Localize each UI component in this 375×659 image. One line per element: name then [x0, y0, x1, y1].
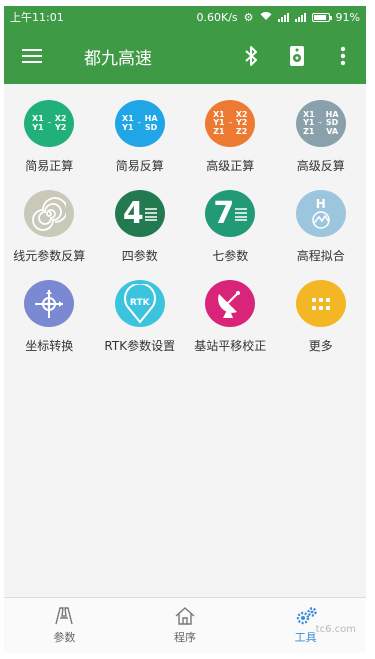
tool-four-parameter[interactable]: 4 四参数 — [95, 174, 186, 264]
tab-parameters[interactable]: 参数 — [4, 598, 125, 653]
page-title: 都九高速 — [84, 48, 152, 69]
tool-coordinate-transform[interactable]: 坐标转换 — [4, 264, 95, 354]
bluetooth-button[interactable] — [228, 28, 274, 84]
watermark: tc6.com — [315, 624, 356, 635]
tool-label: 简易反算 — [115, 159, 164, 173]
simple-inverse-icon: X1 Y1 → HA SD — [114, 100, 165, 147]
menu-icon — [22, 49, 42, 63]
tool-label: 基站平移校正 — [194, 339, 267, 353]
elevation-fitting-icon: H — [295, 190, 346, 237]
signal-icon-2 — [294, 12, 306, 22]
gear-status-icon: ⚙ — [243, 10, 254, 24]
dish-icon — [205, 280, 256, 327]
simple-forward-icon: X1 Y1 → X2 Y2 — [24, 100, 75, 147]
four-parameter-icon: 4 — [114, 190, 165, 237]
signal-icon — [277, 12, 289, 22]
tool-label: 高级反算 — [296, 159, 345, 173]
app-frame: 上午11:01 0.60K/s ⚙ 91% 都九高速 X1 Y1 → X2 Y2… — [4, 6, 366, 653]
more-vert-icon — [340, 46, 346, 66]
bluetooth-icon — [245, 46, 257, 66]
status-bar: 上午11:01 0.60K/s ⚙ 91% — [4, 6, 366, 28]
advanced-forward-icon: X1 Y1 Z1 → X2 Y2 Z2 — [205, 100, 256, 147]
app-bar: 都九高速 — [4, 28, 366, 84]
network-speed: 0.60K/s — [196, 10, 238, 24]
axes-icon — [24, 280, 75, 327]
seven-parameter-icon: 7 — [205, 190, 256, 237]
tool-label: 高级正算 — [206, 159, 255, 173]
bottom-tab-bar: 参数 程序 工具 tc6.com — [4, 597, 366, 653]
more-button[interactable] — [320, 28, 366, 84]
tool-base-station-correction[interactable]: 基站平移校正 — [185, 264, 276, 354]
tool-label: 简易正算 — [25, 159, 74, 173]
tool-grid: X1 Y1 → X2 Y2 简易正算 X1 Y1 → HA SD 简易反算 X1 Y1 Z1 → X2 Y… — [4, 84, 366, 354]
tool-more[interactable]: 更多 — [276, 264, 367, 354]
tool-advanced-inverse[interactable]: X1 Y1 Z1 → HA SD VA 高级反算 — [276, 84, 367, 174]
battery-icon — [311, 12, 332, 22]
tool-rtk-settings[interactable]: RTK RTK参数设置 — [95, 264, 186, 354]
tool-advanced-forward[interactable]: X1 Y1 Z1 → X2 Y2 Z2 高级正算 — [185, 84, 276, 174]
speaker-icon — [290, 46, 304, 66]
tool-label: 坐标转换 — [25, 339, 74, 353]
tool-label: 高程拟合 — [296, 249, 345, 263]
spiral-icon — [24, 190, 75, 237]
battery-percent: 91% — [335, 10, 360, 24]
advanced-inverse-icon: X1 Y1 Z1 → HA SD VA — [295, 100, 346, 147]
dots-icon — [295, 280, 346, 327]
tool-simple-forward[interactable]: X1 Y1 → X2 Y2 简易正算 — [4, 84, 95, 174]
tab-label: 参数 — [53, 631, 76, 644]
tool-label: 七参数 — [212, 249, 249, 263]
tool-label: 更多 — [308, 339, 333, 353]
tab-label: 程序 — [174, 631, 196, 644]
wifi-icon — [260, 11, 272, 24]
tool-label: RTK参数设置 — [104, 339, 176, 353]
tab-label: 工具 — [294, 631, 317, 644]
home-icon — [175, 607, 195, 625]
tool-line-element-inverse[interactable]: 线元参数反算 — [4, 174, 95, 264]
tool-elevation-fitting[interactable]: H 高程拟合 — [276, 174, 367, 264]
parameter-icon — [55, 607, 74, 625]
menu-button[interactable] — [4, 28, 60, 84]
rtk-icon: RTK — [114, 280, 165, 327]
status-time: 上午11:01 — [10, 11, 64, 24]
tool-label: 线元参数反算 — [13, 249, 86, 263]
speaker-button[interactable] — [274, 28, 320, 84]
gears-icon — [296, 607, 317, 625]
tool-simple-inverse[interactable]: X1 Y1 → HA SD 简易反算 — [95, 84, 186, 174]
tool-label: 四参数 — [121, 249, 158, 263]
tool-seven-parameter[interactable]: 7 七参数 — [185, 174, 276, 264]
tab-program[interactable]: 程序 — [125, 598, 246, 653]
